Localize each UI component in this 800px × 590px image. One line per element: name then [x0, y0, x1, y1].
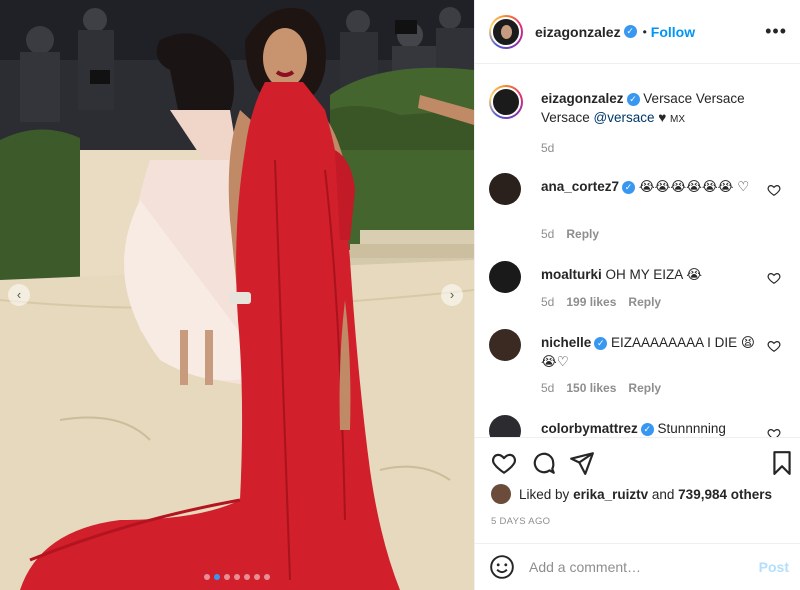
bookmark-icon[interactable]	[769, 450, 795, 476]
post-timestamp[interactable]: 5 DAYS AGO	[491, 516, 550, 527]
commenter-avatar[interactable]	[489, 173, 521, 205]
caption-meta: 5d	[541, 141, 554, 155]
emoji-icon[interactable]	[489, 554, 515, 580]
comment-likes-count[interactable]: 199 likes	[566, 295, 616, 309]
comment-input[interactable]	[529, 559, 749, 575]
comment-like-heart-icon[interactable]	[767, 271, 781, 285]
share-icon[interactable]	[569, 450, 595, 476]
liked-by-avatar[interactable]	[491, 484, 511, 504]
carousel-next-button[interactable]: ›	[441, 284, 463, 306]
caption-username[interactable]: eizagonzalez	[541, 91, 624, 106]
comment-body: colorbymattrez ✓ Stunnnning	[541, 419, 759, 437]
comment-likes-count[interactable]: 150 likes	[566, 381, 616, 395]
comment-icon[interactable]	[531, 450, 557, 476]
comment-username[interactable]: nichelle	[541, 335, 591, 350]
carousel-dot-active	[214, 574, 220, 580]
comment-body: nichelle ✓ EIZAAAAAAAA I DIE 😫 😭♡	[541, 333, 759, 371]
carousel-dot	[204, 574, 210, 580]
post-header: eizagonzalez ✓ • Follow •••	[475, 0, 800, 64]
carousel-dot	[244, 574, 250, 580]
commenter-avatar[interactable]	[489, 261, 521, 293]
author-avatar	[491, 16, 521, 47]
verified-badge-icon: ✓	[622, 180, 636, 194]
caption-flag: MX	[670, 114, 686, 125]
comment-text: Stunnnning	[657, 421, 726, 436]
comment-body: ana_cortez7 ✓ 😭😭😭😭😭😭 ♡	[541, 177, 759, 196]
comment-meta: 5d Reply	[541, 227, 599, 241]
liked-by-line: Liked by erika_ruiztv and 739,984 others	[491, 484, 772, 504]
reply-button[interactable]: Reply	[628, 381, 661, 395]
caption-heart: ♥	[654, 110, 671, 125]
post-comment-button[interactable]: Post	[759, 559, 789, 575]
comment-body: moalturki OH MY EIZA 😭	[541, 265, 759, 284]
liked-by-username[interactable]: erika_ruiztv	[573, 487, 648, 502]
comment-like-heart-icon[interactable]	[767, 183, 781, 197]
comment-age: 5d	[541, 295, 555, 309]
heart-icon[interactable]	[491, 450, 517, 476]
comment-text: 😭😭😭😭😭😭 ♡	[638, 179, 750, 194]
carousel-dot	[264, 574, 270, 580]
comment-username[interactable]: colorbymattrez	[541, 421, 638, 436]
carousel-indicator	[0, 574, 474, 580]
comments-list[interactable]: eizagonzalez ✓ Versace Versace Versace @v…	[475, 65, 800, 437]
commenter-avatar[interactable]	[489, 329, 521, 361]
comment-like-heart-icon[interactable]	[767, 339, 781, 353]
carousel-prev-button[interactable]: ‹	[8, 284, 30, 306]
reply-button[interactable]: Reply	[566, 227, 599, 241]
verified-badge-icon: ✓	[623, 25, 637, 38]
likes-count[interactable]: 739,984 others	[678, 487, 772, 502]
comment-meta: 5d 150 likes Reply	[541, 381, 661, 395]
carousel-dot	[234, 574, 240, 580]
caption-mention-link[interactable]: @versace	[594, 110, 655, 125]
comment-like-heart-icon[interactable]	[767, 427, 781, 437]
verified-badge-icon: ✓	[594, 336, 608, 350]
post-side-panel: eizagonzalez ✓ • Follow ••• eizagonzalez…	[474, 0, 800, 590]
verified-badge-icon: ✓	[626, 92, 640, 106]
liked-by-prefix: Liked by	[519, 486, 570, 502]
instagram-post-modal: ‹ › eizagonzalez ✓ • Follow ••• eizagonz…	[0, 0, 800, 590]
follow-button[interactable]: Follow	[651, 24, 695, 40]
author-avatar-story-ring[interactable]	[489, 14, 523, 49]
comment-age: 5d	[541, 227, 555, 241]
author-username[interactable]: eizagonzalez	[535, 24, 621, 40]
header-separator: •	[642, 24, 647, 39]
comment-text: OH MY EIZA 😭	[605, 267, 703, 282]
caption-avatar[interactable]	[489, 85, 523, 119]
comment-age: 5d	[541, 381, 555, 395]
caption-age: 5d	[541, 141, 555, 155]
reply-button[interactable]: Reply	[628, 295, 661, 309]
post-photo[interactable]: ‹ ›	[0, 0, 474, 590]
carousel-dot	[254, 574, 260, 580]
liked-by-and: and	[651, 486, 675, 502]
carousel-dot	[224, 574, 230, 580]
comment-username[interactable]: ana_cortez7	[541, 179, 619, 194]
add-comment-bar: Post	[475, 543, 800, 590]
caption-body: eizagonzalez ✓ Versace Versace Versace @v…	[541, 89, 759, 129]
more-options-icon[interactable]: •••	[765, 22, 787, 40]
verified-badge-icon: ✓	[640, 422, 654, 436]
comment-username[interactable]: moalturki	[541, 267, 602, 282]
photo-scene	[0, 0, 474, 590]
comment-meta: 5d 199 likes Reply	[541, 295, 661, 309]
commenter-avatar[interactable]	[489, 415, 521, 437]
